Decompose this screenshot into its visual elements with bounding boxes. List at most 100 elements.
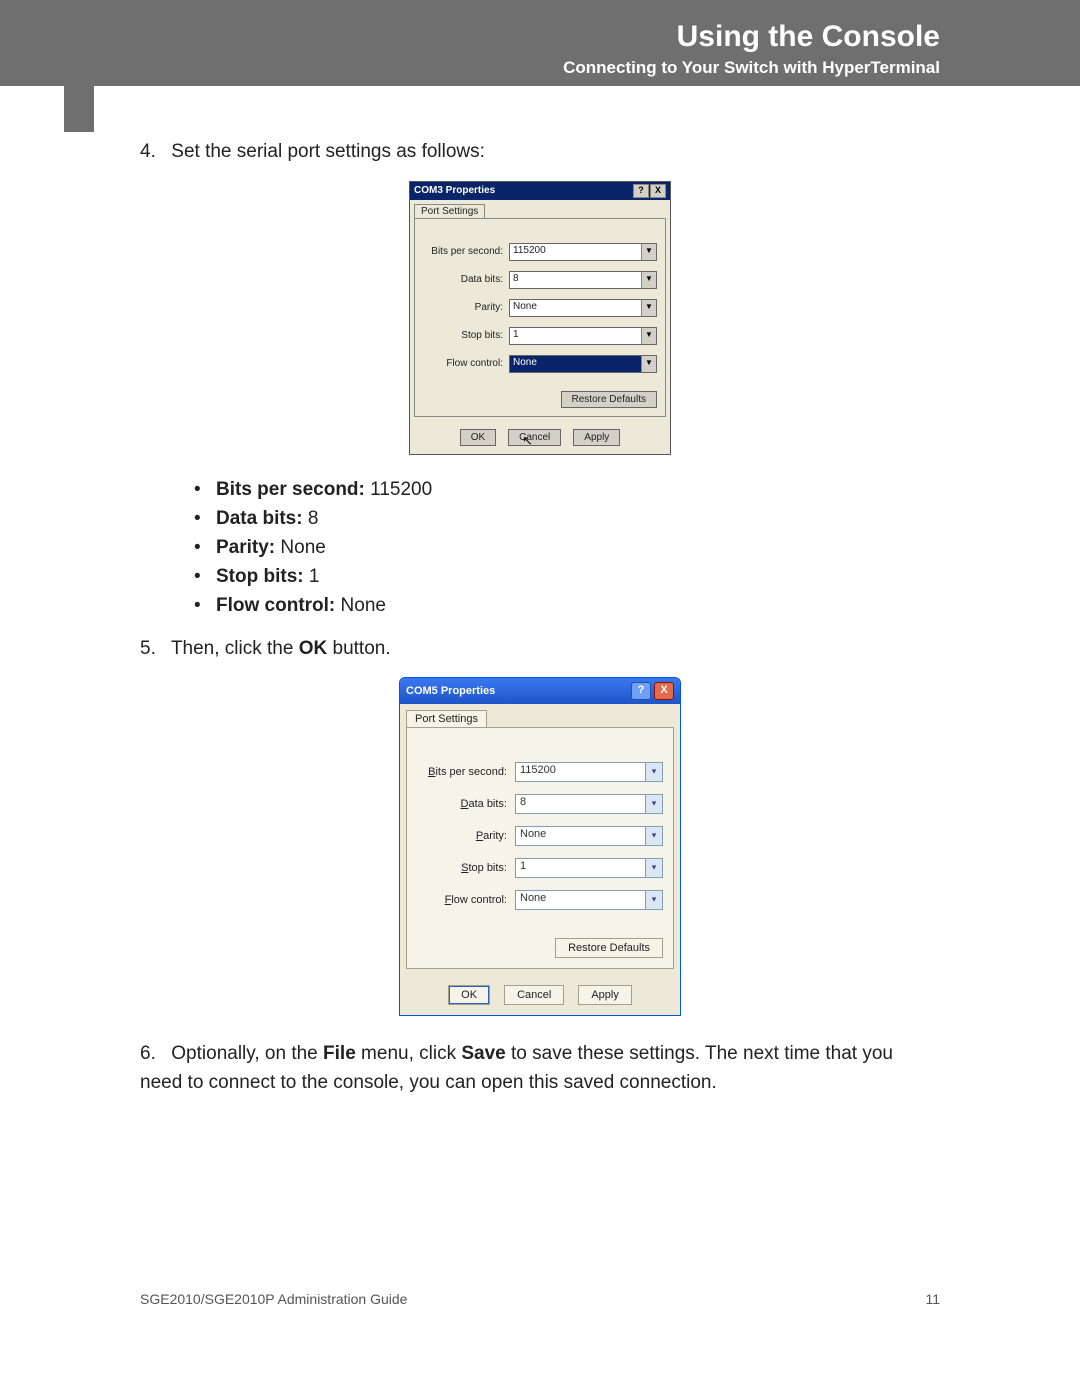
tab-port-settings[interactable]: Port Settings xyxy=(414,204,485,218)
label-stop-bits: Stop bits: xyxy=(423,330,509,341)
bullet-data-bits: •Data bits: 8 xyxy=(194,508,940,530)
step-text-save: Save xyxy=(461,1043,505,1064)
combo-value: 115200 xyxy=(510,244,641,260)
field-flow-control: Flow control: None ▼ xyxy=(423,355,657,373)
restore-defaults-button[interactable]: Restore Defaults xyxy=(561,391,657,408)
side-band xyxy=(64,86,94,132)
step-text-pre: Optionally, on the xyxy=(171,1043,323,1064)
combo-bits-per-second[interactable]: 115200 ▾ xyxy=(515,762,663,782)
combo-value: 115200 xyxy=(516,763,645,781)
combo-stop-bits[interactable]: 1 ▾ xyxy=(515,858,663,878)
combo-parity[interactable]: None ▾ xyxy=(515,826,663,846)
chevron-down-icon: ▾ xyxy=(645,795,662,813)
footer-page-number: 11 xyxy=(925,1291,940,1307)
step-text-bold: OK xyxy=(299,638,328,659)
restore-defaults-button[interactable]: Restore Defaults xyxy=(555,938,663,958)
help-button[interactable]: ? xyxy=(633,184,649,198)
cancel-button[interactable]: Cancel xyxy=(508,429,561,446)
label-bits-per-second: Bits per second: xyxy=(423,246,509,257)
chevron-down-icon: ▾ xyxy=(645,827,662,845)
combo-value: None xyxy=(510,300,641,316)
step-text-file: File xyxy=(323,1043,356,1064)
combo-stop-bits[interactable]: 1 ▼ xyxy=(509,327,657,345)
combo-data-bits[interactable]: 8 ▾ xyxy=(515,794,663,814)
chevron-down-icon: ▼ xyxy=(641,300,656,316)
combo-value: 8 xyxy=(510,272,641,288)
tab-port-settings[interactable]: Port Settings xyxy=(406,710,487,727)
dialog-title: COM3 Properties xyxy=(414,185,495,196)
bullet-flow-control: •Flow control: None xyxy=(194,595,940,617)
combo-bits-per-second[interactable]: 115200 ▼ xyxy=(509,243,657,261)
step-4: 4. Set the serial port settings as follo… xyxy=(140,138,940,167)
close-button[interactable]: X xyxy=(654,682,674,700)
chevron-down-icon: ▾ xyxy=(645,859,662,877)
combo-value: 8 xyxy=(516,795,645,813)
settings-bullets: •Bits per second: 115200 •Data bits: 8 •… xyxy=(194,479,940,617)
step-text-post: button. xyxy=(327,638,390,659)
dialog-titlebar: COM3 Properties ? X xyxy=(410,182,670,200)
combo-parity[interactable]: None ▼ xyxy=(509,299,657,317)
restore-row: Restore Defaults xyxy=(417,938,663,958)
ok-button[interactable]: OK xyxy=(448,985,490,1005)
footer-doc-name: SGE2010/SGE2010P Administration Guide xyxy=(140,1291,407,1307)
dialog-button-row: OK Cancel Apply ↖ xyxy=(410,421,670,454)
field-bits-per-second: Bits per second: 115200 ▼ xyxy=(423,243,657,261)
step-text-mid: menu, click xyxy=(356,1043,462,1064)
chevron-down-icon: ▼ xyxy=(641,244,656,260)
step-number: 6. xyxy=(140,1040,166,1069)
apply-button[interactable]: Apply xyxy=(578,985,632,1005)
combo-flow-control[interactable]: None ▼ xyxy=(509,355,657,373)
page-subtitle: Connecting to Your Switch with HyperTerm… xyxy=(563,58,940,78)
dialog-button-row: OK Cancel Apply xyxy=(400,975,680,1015)
ok-button[interactable]: OK xyxy=(460,429,496,446)
content-area: 4. Set the serial port settings as follo… xyxy=(140,138,940,1111)
cancel-button[interactable]: Cancel xyxy=(504,985,564,1005)
label-parity: Parity: xyxy=(417,830,515,842)
field-parity: Parity: None ▾ xyxy=(417,826,663,846)
bullet-bits-per-second: •Bits per second: 115200 xyxy=(194,479,940,501)
chevron-down-icon: ▾ xyxy=(645,891,662,909)
step-text: Set the serial port settings as follows: xyxy=(171,141,485,162)
combo-flow-control[interactable]: None ▾ xyxy=(515,890,663,910)
combo-data-bits[interactable]: 8 ▼ xyxy=(509,271,657,289)
combo-value: None xyxy=(516,891,645,909)
field-data-bits: Data bits: 8 ▼ xyxy=(423,271,657,289)
field-stop-bits: Stop bits: 1 ▼ xyxy=(423,327,657,345)
step-text-pre: Then, click the xyxy=(171,638,299,659)
chevron-down-icon: ▼ xyxy=(641,328,656,344)
field-flow-control: Flow control: None ▾ xyxy=(417,890,663,910)
combo-value: None xyxy=(516,827,645,845)
label-data-bits: Data bits: xyxy=(417,798,515,810)
label-stop-bits: Stop bits: xyxy=(417,862,515,874)
bullet-parity: •Parity: None xyxy=(194,537,940,559)
figure-com3-dialog: COM3 Properties ? X Port Settings Bits p… xyxy=(140,181,940,455)
tab-row: Port Settings xyxy=(410,200,670,218)
label-parity: Parity: xyxy=(423,302,509,313)
field-parity: Parity: None ▼ xyxy=(423,299,657,317)
apply-button[interactable]: Apply xyxy=(573,429,620,446)
label-bits-per-second: Bits per second: xyxy=(417,766,515,778)
document-page: Using the Console Connecting to Your Swi… xyxy=(0,0,1080,1397)
figure-com5-dialog: COM5 Properties ? X Port Settings Bits p… xyxy=(140,677,940,1016)
label-flow-control: Flow control: xyxy=(423,358,509,369)
com3-properties-dialog: COM3 Properties ? X Port Settings Bits p… xyxy=(409,181,671,455)
field-stop-bits: Stop bits: 1 ▾ xyxy=(417,858,663,878)
dialog-titlebar: COM5 Properties ? X xyxy=(400,678,680,704)
chevron-down-icon: ▼ xyxy=(641,356,656,372)
combo-value: 1 xyxy=(516,859,645,877)
label-data-bits: Data bits: xyxy=(423,274,509,285)
step-number: 4. xyxy=(140,138,166,167)
chevron-down-icon: ▼ xyxy=(641,272,656,288)
bullet-stop-bits: •Stop bits: 1 xyxy=(194,566,940,588)
page-footer: SGE2010/SGE2010P Administration Guide 11 xyxy=(140,1291,940,1307)
restore-row: Restore Defaults xyxy=(423,391,657,408)
help-button[interactable]: ? xyxy=(631,682,651,700)
chevron-down-icon: ▾ xyxy=(645,763,662,781)
label-flow-control: Flow control: xyxy=(417,894,515,906)
step-6: 6. Optionally, on the File menu, click S… xyxy=(140,1040,940,1097)
close-button[interactable]: X xyxy=(650,184,666,198)
field-bits-per-second: Bits per second: 115200 ▾ xyxy=(417,762,663,782)
settings-panel: Bits per second: 115200 ▼ Data bits: 8 ▼ xyxy=(414,218,666,417)
dialog-title: COM5 Properties xyxy=(406,685,495,697)
page-title: Using the Console xyxy=(677,20,940,54)
